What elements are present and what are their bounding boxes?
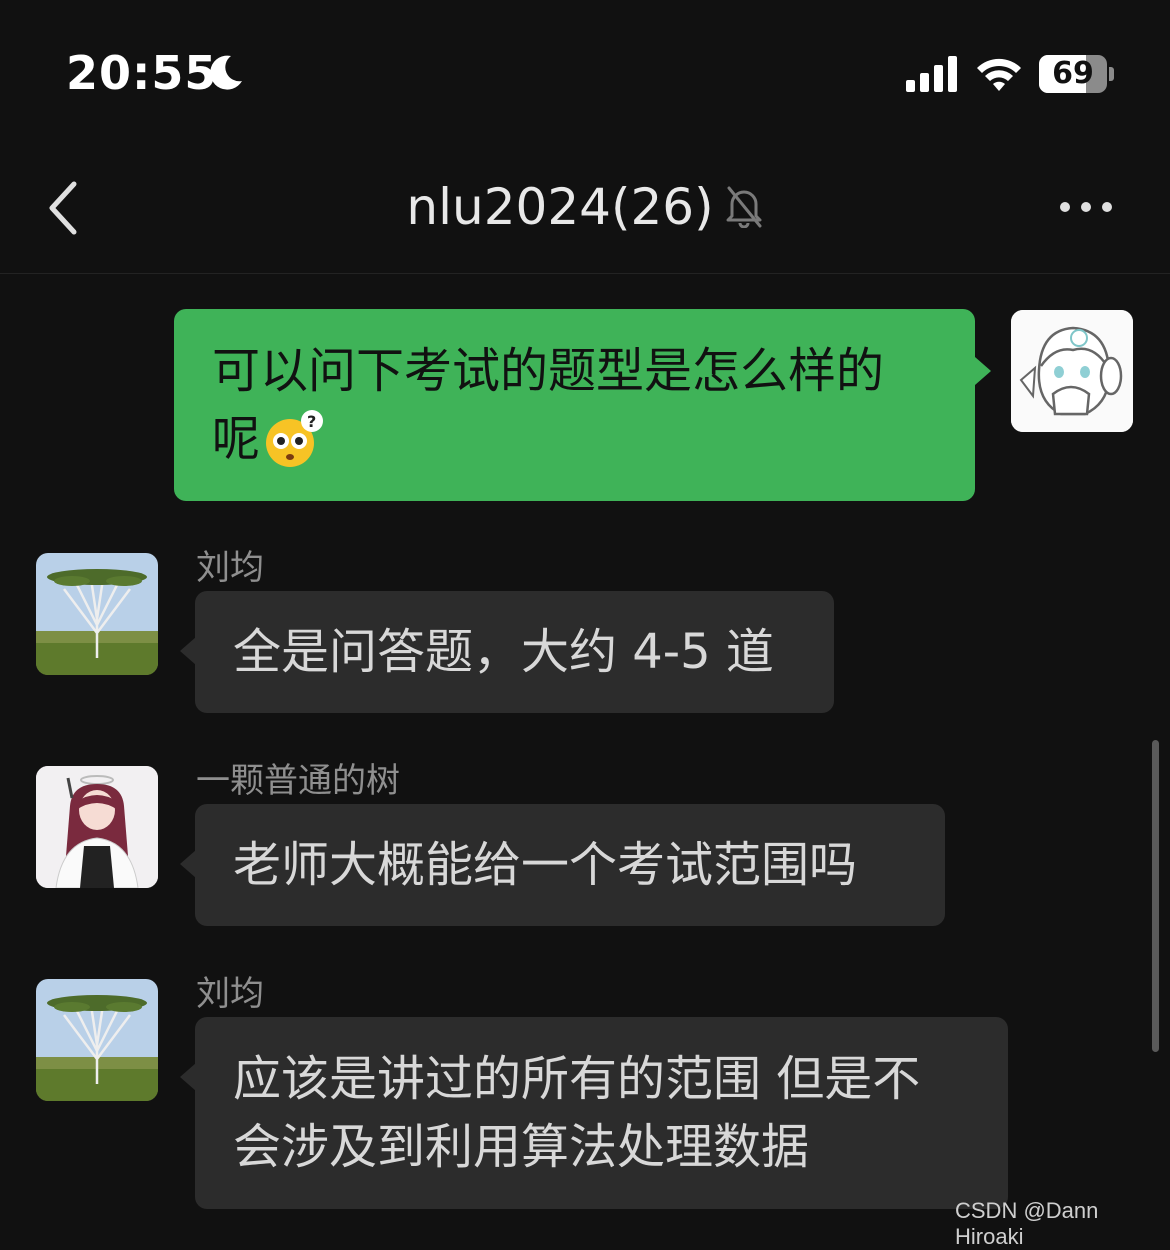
message-text: 老师大概能给一个考试范围吗 [233,837,858,893]
avatar-self[interactable] [1011,310,1133,432]
message-text-line: 会涉及到利用算法处理数据 [233,1119,810,1175]
clock: 20:55 [66,46,218,100]
bubble-tail [975,357,991,385]
message-text-line: 应该是讲过的所有的范围 但是不 [233,1051,921,1107]
avatar-sender[interactable] [36,766,158,888]
anime-avatar-image [1011,310,1133,432]
sender-name: 一颗普通的树 [196,761,400,801]
scrollbar[interactable] [1152,740,1159,1052]
message-text-line: 可以问下考试的题型是怎么样的 [212,343,885,399]
message-text-line-2: 呢 ? [212,405,937,473]
status-bar: 20:55 69 [0,0,1170,150]
tree-landscape-avatar-image [36,979,158,1101]
sender-name: 刘均 [196,974,264,1014]
cellular-signal-icon [906,56,957,92]
battery-body: 69 [1039,55,1107,93]
message-bubble-incoming[interactable]: 全是问答题，大约 4-5 道 [195,591,834,713]
message-text-line: 呢 [212,411,261,467]
avatar-sender[interactable] [36,553,158,675]
muted-bell-icon [726,186,762,228]
anime-girl-avatar-image [36,766,158,888]
battery-level: 69 [1052,56,1094,91]
bubble-tail [180,850,196,878]
chat-title-area: nlu2024(26) [0,178,1170,236]
message-text: 全是问答题，大约 4-5 道 [233,624,774,680]
chat-title[interactable]: nlu2024(26) [406,178,713,236]
message-bubble-outgoing[interactable]: 可以问下考试的题型是怎么样的 呢 ? [174,309,975,501]
wifi-icon [977,58,1021,91]
bubble-tail [180,1063,196,1091]
moon-icon [210,55,242,90]
message-bubble-incoming[interactable]: 应该是讲过的所有的范围 但是不 会涉及到利用算法处理数据 [195,1017,1008,1209]
avatar-sender[interactable] [36,979,158,1101]
sender-name: 刘均 [196,548,264,588]
puzzled-face-emoji: ? [266,410,324,467]
chat-header: nlu2024(26) [0,150,1170,274]
battery-cap [1109,67,1114,81]
more-dots-icon[interactable] [1058,200,1114,214]
battery-icon: 69 [1039,55,1117,93]
message-bubble-incoming[interactable]: 老师大概能给一个考试范围吗 [195,804,945,926]
watermark: CSDN @Dann Hiroaki [955,1198,1099,1249]
svg-text:?: ? [307,412,316,431]
tree-landscape-avatar-image [36,553,158,675]
bubble-tail [180,637,196,665]
